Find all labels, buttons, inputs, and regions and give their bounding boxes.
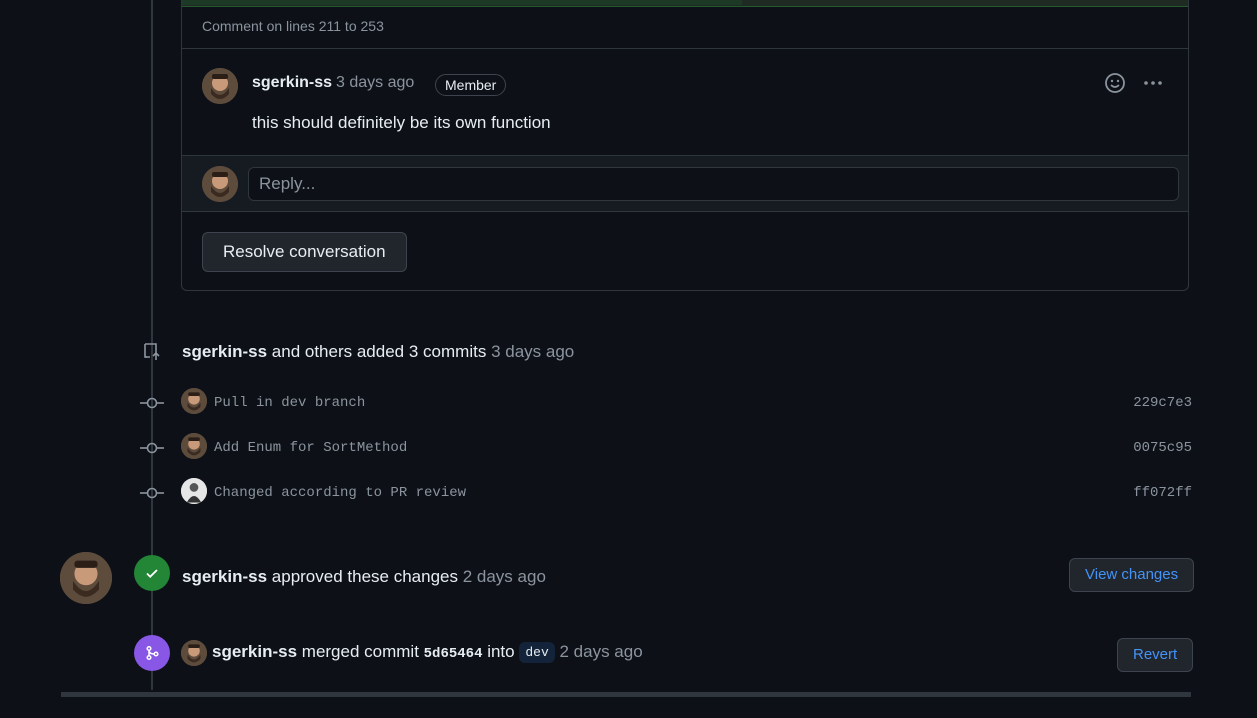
comment-body: this should definitely be its own functi…: [252, 113, 551, 132]
commit-count: 3 commits: [408, 342, 487, 361]
event-text: and others added: [271, 342, 405, 361]
avatar: [202, 166, 238, 202]
diff-edge: [182, 0, 1188, 7]
commit-sha-link[interactable]: 229c7e3: [1133, 395, 1192, 411]
reply-area: [182, 155, 1188, 212]
avatar[interactable]: [181, 640, 207, 666]
commits-added-summary: sgerkin-ss and others added 3 commits 3 …: [182, 342, 574, 362]
pr-timeline: Comment on lines 211 to 253 sgerkin-ss 3…: [0, 0, 1257, 718]
event-author-link[interactable]: sgerkin-ss: [182, 567, 267, 586]
event-timestamp[interactable]: 3 days ago: [491, 342, 574, 361]
comment-author-link[interactable]: sgerkin-ss: [252, 74, 332, 92]
repo-push-icon: [142, 342, 162, 362]
comment-timestamp[interactable]: 3 days ago: [336, 74, 414, 92]
comment-lines-label: Comment on lines 211 to 253: [202, 18, 384, 34]
merge-commit-sha-link[interactable]: 5d65464: [424, 646, 483, 662]
event-timestamp[interactable]: 2 days ago: [560, 642, 643, 661]
branch-name-label[interactable]: dev: [519, 642, 555, 664]
revert-button[interactable]: Revert: [1117, 638, 1194, 672]
event-text: approved these changes: [271, 567, 458, 586]
list-item: Add Enum for SortMethod 0075c95: [140, 433, 1192, 461]
resolve-conversation-button[interactable]: Resolve conversation: [202, 232, 407, 272]
list-item: Pull in dev branch 229c7e3: [140, 388, 1192, 416]
git-merge-icon: [134, 635, 170, 671]
review-thread: Comment on lines 211 to 253 sgerkin-ss 3…: [181, 0, 1189, 291]
git-commit-icon: [140, 485, 164, 501]
approval-summary: sgerkin-ss approved these changes 2 days…: [182, 567, 546, 587]
commit-message-link[interactable]: Changed according to PR review: [214, 485, 466, 501]
event-text: merged commit: [301, 642, 419, 661]
reply-input[interactable]: [248, 167, 1179, 201]
event-author-link[interactable]: sgerkin-ss: [212, 642, 297, 661]
add-reaction-smiley-icon[interactable]: [1104, 72, 1126, 94]
git-commit-icon: [140, 440, 164, 456]
avatar[interactable]: [202, 68, 238, 104]
divider: [182, 48, 1188, 49]
avatar[interactable]: [181, 478, 207, 504]
reviewer-avatar[interactable]: [60, 552, 112, 604]
commit-message-link[interactable]: Pull in dev branch: [214, 395, 365, 411]
commit-message-link[interactable]: Add Enum for SortMethod: [214, 440, 407, 456]
avatar[interactable]: [181, 433, 207, 459]
commit-sha-link[interactable]: ff072ff: [1133, 485, 1192, 501]
merge-summary: sgerkin-ss merged commit 5d65464 into de…: [212, 642, 643, 664]
avatar[interactable]: [181, 388, 207, 414]
view-changes-button[interactable]: View changes: [1069, 558, 1195, 592]
timeline-end-divider: [61, 692, 1191, 697]
git-commit-icon: [140, 395, 164, 411]
list-item: Changed according to PR review ff072ff: [140, 478, 1192, 506]
commit-sha-link[interactable]: 0075c95: [1133, 440, 1192, 456]
more-options-kebab-icon[interactable]: [1142, 72, 1164, 94]
event-timestamp[interactable]: 2 days ago: [463, 567, 546, 586]
member-badge: Member: [435, 74, 507, 96]
event-text: into: [487, 642, 515, 661]
event-author-link[interactable]: sgerkin-ss: [182, 342, 267, 361]
approved-check-icon: [134, 555, 170, 591]
